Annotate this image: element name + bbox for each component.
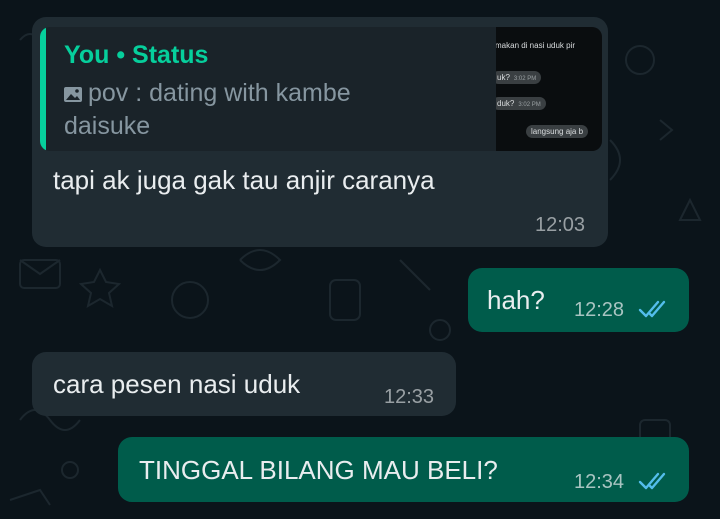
thumbnail-text: makan di nasi uduk pir xyxy=(496,41,576,50)
message-text: hah? xyxy=(487,285,545,315)
quoted-status[interactable]: You • Status pov : dating with kambe dai… xyxy=(40,27,602,151)
message-time: 12:34 xyxy=(574,471,625,493)
quote-accent-bar xyxy=(40,27,46,151)
message-text: cara pesen nasi uduk xyxy=(53,369,301,399)
message-time: 12:03 xyxy=(535,214,586,236)
status-thumbnail: makan di nasi uduk pir uk? 3:02 PM duk? 3:… xyxy=(496,27,602,151)
double-check-read-icon xyxy=(638,472,666,490)
message-time: 12:33 xyxy=(384,386,435,408)
photo-icon xyxy=(64,87,82,102)
quote-author: You • Status xyxy=(64,41,209,69)
message-time: 12:28 xyxy=(574,299,625,321)
message-text: tapi ak juga gak tau anjir caranya xyxy=(53,165,435,195)
message-bubble-incoming[interactable]: cara pesen nasi uduk 12:33 xyxy=(32,352,456,416)
quote-caption: pov : dating with kambe daisuke xyxy=(64,79,351,140)
thumbnail-text: uk? 3:02 PM xyxy=(496,71,542,84)
thumbnail-text: langsung aja b xyxy=(526,125,589,138)
double-check-read-icon xyxy=(638,300,666,318)
message-bubble-outgoing[interactable]: hah? 12:28 xyxy=(468,268,689,332)
message-text: TINGGAL BILANG MAU BELI? xyxy=(139,455,498,485)
message-bubble-incoming[interactable]: You • Status pov : dating with kambe dai… xyxy=(32,17,608,247)
thumbnail-text: duk? 3:02 PM xyxy=(496,97,546,110)
message-bubble-outgoing[interactable]: TINGGAL BILANG MAU BELI? 12:34 xyxy=(118,437,689,502)
